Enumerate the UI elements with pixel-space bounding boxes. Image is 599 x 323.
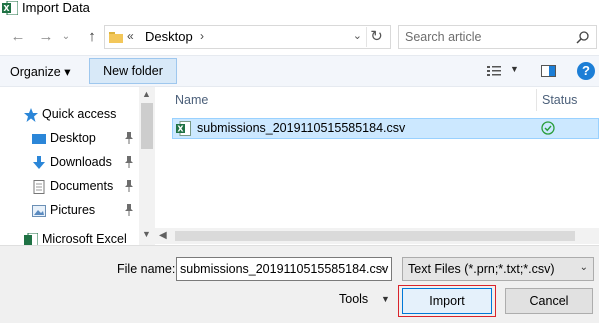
column-header-name[interactable]: Name [175, 93, 208, 107]
navigation-pane: Quick access Desktop Downloads Documents [0, 87, 155, 245]
file-list: Name Status X submissions_20191105155851… [155, 87, 599, 245]
navigation-bar: ← → ⌄ ↑ « Desktop › ⌄ ↻ Search article [0, 22, 599, 52]
pin-icon [125, 180, 133, 192]
documents-icon [33, 180, 45, 194]
tools-dropdown-icon[interactable]: ▼ [381, 294, 390, 304]
file-name: submissions_2019110515585184.csv [197, 121, 406, 135]
search-input[interactable]: Search article [405, 30, 481, 44]
sidebar-item-documents[interactable]: Documents [0, 176, 140, 198]
sidebar-item-downloads[interactable]: Downloads [0, 152, 140, 174]
sidebar-item-quick-access[interactable]: Quick access [0, 104, 140, 126]
sidebar-item-microsoft-excel[interactable]: Microsoft Excel [0, 231, 140, 245]
scrollbar-thumb[interactable] [175, 231, 575, 241]
up-arrow-icon[interactable]: ↑ [82, 28, 102, 46]
desktop-icon [32, 134, 46, 144]
chevron-down-icon[interactable]: ⌄ [379, 262, 387, 273]
pin-icon [125, 204, 133, 216]
recent-locations-dropdown[interactable]: ⌄ [60, 28, 72, 46]
file-list-scrollbar[interactable]: ◀ [155, 228, 599, 244]
chevron-down-icon[interactable]: ⌄ [580, 262, 588, 273]
address-bar[interactable]: « Desktop › ⌄ ↻ [104, 25, 391, 49]
cancel-button[interactable]: Cancel [505, 288, 593, 314]
new-folder-button[interactable]: New folder [89, 58, 177, 84]
command-bar: Organize ▾ New folder ▼ ? [0, 55, 599, 87]
sidebar-item-label: Microsoft Excel [42, 232, 127, 245]
scroll-up-icon[interactable]: ▲ [142, 89, 151, 99]
organize-button[interactable]: Organize ▾ [10, 64, 70, 79]
address-dropdown-icon[interactable]: ⌄ [353, 29, 362, 42]
sidebar-item-label: Documents [50, 179, 114, 193]
pin-icon [125, 156, 133, 168]
navigation-scrollbar[interactable]: ▲ ▼ [139, 87, 155, 245]
import-button[interactable]: Import [402, 288, 492, 314]
folder-icon [109, 32, 123, 43]
svg-text:X: X [3, 4, 10, 13]
sidebar-item-desktop[interactable]: Desktop [0, 128, 140, 150]
sidebar-item-label: Desktop [50, 131, 96, 145]
dialog-footer: File name: submissions_2019110515585184.… [0, 245, 599, 323]
view-dropdown-icon[interactable]: ▼ [510, 64, 519, 74]
sidebar-item-label: Quick access [42, 107, 117, 121]
forward-arrow-icon[interactable]: → [36, 28, 56, 46]
sidebar-item-pictures[interactable]: Pictures [0, 200, 140, 222]
address-chevron[interactable]: › [200, 29, 204, 43]
file-type-value[interactable]: Text Files (*.prn;*.txt;*.csv) [408, 262, 555, 276]
address-overflow[interactable]: « [127, 29, 134, 43]
title-bar: X Import Data [0, 0, 599, 22]
file-name-label: File name: [117, 262, 176, 276]
scroll-left-icon[interactable]: ◀ [159, 230, 167, 241]
column-divider[interactable] [536, 89, 537, 111]
view-options-icon[interactable] [487, 65, 501, 77]
refresh-icon[interactable]: ↻ [366, 27, 386, 47]
file-name-value[interactable]: submissions_2019110515585184.csv [180, 262, 388, 276]
file-row[interactable]: X submissions_2019110515585184.csv [172, 118, 599, 139]
column-header-status[interactable]: Status [542, 93, 577, 107]
sidebar-item-label: Pictures [50, 203, 96, 217]
search-box[interactable]: Search article [398, 25, 597, 49]
excel-icon: X [2, 1, 18, 15]
file-type-select[interactable]: Text Files (*.prn;*.txt;*.csv) ⌄ [402, 257, 594, 281]
svg-text:X: X [177, 125, 184, 134]
pictures-icon [32, 205, 46, 217]
pin-icon [125, 132, 133, 144]
back-arrow-icon[interactable]: ← [8, 28, 28, 46]
excel-icon [24, 233, 38, 245]
help-icon[interactable]: ? [577, 62, 595, 80]
search-icon[interactable] [576, 30, 590, 44]
address-location[interactable]: Desktop [145, 29, 193, 44]
scrollbar-thumb[interactable] [141, 103, 153, 149]
download-icon [33, 156, 45, 169]
scroll-down-icon[interactable]: ▼ [142, 229, 151, 239]
star-icon [24, 108, 38, 122]
tools-button[interactable]: Tools [339, 292, 368, 306]
file-name-field[interactable]: submissions_2019110515585184.csv ⌄ [176, 257, 392, 281]
window-title: Import Data [22, 0, 90, 15]
csv-file-icon: X [176, 121, 191, 136]
sidebar-item-label: Downloads [50, 155, 112, 169]
sync-status-icon [541, 121, 555, 135]
preview-pane-icon[interactable] [541, 65, 556, 77]
